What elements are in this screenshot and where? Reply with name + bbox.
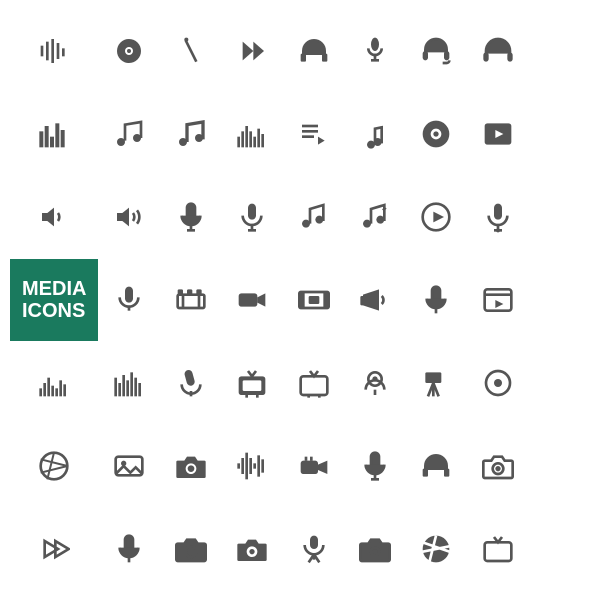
camera-icon xyxy=(160,424,221,507)
camera-video-icon xyxy=(221,259,282,342)
fast-forward-icon xyxy=(221,10,282,93)
tv-icon xyxy=(221,341,282,424)
music-note4-icon xyxy=(283,176,344,259)
icon-grid: MEDIA ICONS xyxy=(0,0,600,600)
mic-stand3-icon xyxy=(283,507,344,590)
disc-icon xyxy=(98,10,159,93)
bar-chart-icon xyxy=(10,93,98,176)
webcam-icon xyxy=(344,341,405,424)
media-icons-label: MEDIA ICONS xyxy=(10,259,98,342)
camera5-icon xyxy=(344,507,405,590)
headphones2-icon xyxy=(467,10,528,93)
mic-outline4-icon xyxy=(98,507,159,590)
aperture-icon xyxy=(10,424,98,507)
mic-stand-icon xyxy=(344,10,405,93)
music-note-icon xyxy=(98,93,159,176)
image-icon xyxy=(98,424,159,507)
equalizer3-icon xyxy=(98,341,159,424)
cd-icon xyxy=(406,93,467,176)
spectrum-icon xyxy=(10,341,98,424)
mic-filled-icon xyxy=(221,176,282,259)
video-camera-icon xyxy=(283,424,344,507)
video-window-icon xyxy=(467,259,528,342)
camera4-icon xyxy=(221,507,282,590)
camera2-icon xyxy=(467,424,528,507)
film-strip-icon xyxy=(283,259,344,342)
waveform-icon xyxy=(221,424,282,507)
playlist-icon xyxy=(283,93,344,176)
megaphone-icon xyxy=(344,259,405,342)
skip-forward-icon xyxy=(10,507,98,590)
mic-outline3-icon xyxy=(344,424,405,507)
headset-icon xyxy=(406,10,467,93)
equalizer-icon xyxy=(10,10,98,93)
tv2-icon xyxy=(467,507,528,590)
headphones-icon xyxy=(283,10,344,93)
mic-outline2-icon xyxy=(406,259,467,342)
disc2-icon xyxy=(467,341,528,424)
microphone-icon xyxy=(160,10,221,93)
aperture2-icon xyxy=(406,507,467,590)
music-note2-icon xyxy=(160,93,221,176)
mic-angled-icon xyxy=(160,341,221,424)
play-circle-icon xyxy=(406,176,467,259)
music-note3-icon xyxy=(344,93,405,176)
video-play-icon xyxy=(467,93,528,176)
tv-outline-icon xyxy=(283,341,344,424)
camera-tripod-icon xyxy=(406,341,467,424)
volume-low-icon xyxy=(10,176,98,259)
mic-stand2-icon xyxy=(467,176,528,259)
camera3-icon xyxy=(160,507,221,590)
film-icon xyxy=(160,259,221,342)
mic-outline-icon xyxy=(160,176,221,259)
volume-high-icon xyxy=(98,176,159,259)
music-note5-icon xyxy=(344,176,405,259)
equalizer2-icon xyxy=(221,93,282,176)
mic-podium-icon xyxy=(98,259,159,342)
headphones3-icon xyxy=(406,424,467,507)
